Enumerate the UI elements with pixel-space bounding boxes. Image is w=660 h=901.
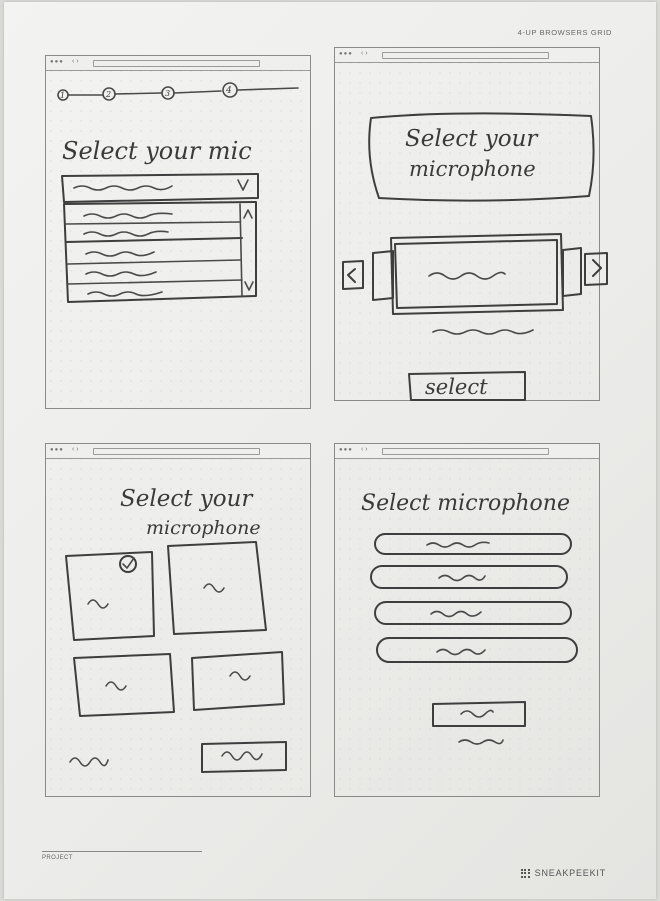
list-item-1[interactable] [83, 212, 173, 219]
step-2-label: 2 [105, 90, 111, 99]
step-4-label: 4 [225, 86, 232, 96]
browser-frame-4: ●●● ‹ › Select microphone [334, 443, 600, 797]
paper-sheet: 4-UP BROWSERS GRID ●●● ‹ › 1 2 3 4 Selec… [4, 2, 656, 899]
step-indicator: 1 2 3 4 [57, 82, 299, 101]
carousel [342, 233, 608, 335]
frame-3-sketch: Select your microphone [65, 486, 287, 773]
carousel-prev-card[interactable] [372, 250, 394, 301]
frame-3-title-line-1: Select your [120, 486, 254, 512]
frame-1-title: Select your mic [62, 137, 252, 165]
frame-3-title-line-2: microphone [146, 517, 261, 539]
browser-frame-1: ●●● ‹ › 1 2 3 4 Select your mic [45, 55, 311, 409]
list-item-3[interactable] [85, 251, 155, 257]
chevron-right-icon[interactable] [584, 252, 608, 286]
step-1-label: 1 [60, 91, 65, 100]
grid-dots-icon [520, 868, 530, 878]
confirm-button[interactable] [432, 701, 526, 727]
mic-tile-4[interactable] [191, 651, 285, 711]
frame-1-sketch: 1 2 3 4 Select your mic [57, 82, 299, 303]
carousel-active-card[interactable] [390, 233, 564, 315]
list-item-4[interactable] [85, 271, 157, 277]
mic-list[interactable] [63, 201, 257, 303]
scroll-down-icon[interactable] [244, 281, 254, 291]
continue-button[interactable] [201, 741, 287, 773]
project-label: PROJECT [42, 851, 202, 861]
sheet-header-label: 4-UP BROWSERS GRID [517, 28, 612, 37]
frame-2-title-line-2: microphone [409, 157, 536, 181]
step-3-label: 3 [165, 89, 170, 98]
mic-tile-2[interactable] [167, 541, 267, 635]
brand-logo: SNEAKPEEKIT [520, 868, 606, 878]
brand-name: SNEAKPEEKIT [534, 868, 606, 878]
mic-option-4[interactable] [376, 637, 578, 663]
footer-note [69, 757, 109, 767]
carousel-next-card[interactable] [562, 247, 582, 297]
frame-2-sketch: Select your microphone select [342, 112, 608, 401]
frame-4-title: Select microphone [361, 491, 570, 516]
browser-frame-2: ●●● ‹ › Select your microphone select [334, 47, 608, 401]
scroll-up-icon[interactable] [243, 209, 253, 219]
frame-2-title-line-1: Select your [405, 126, 539, 152]
list-item-5[interactable] [87, 291, 163, 297]
browser-frame-3: ●●● ‹ › Select your microphone [45, 443, 311, 797]
chevron-left-icon[interactable] [342, 260, 364, 290]
select-button-label: select [425, 375, 488, 399]
carousel-caption [432, 329, 534, 335]
frame-4-sketch: Select microphone [361, 491, 578, 745]
secondary-link[interactable] [458, 739, 504, 745]
mic-tile-3[interactable] [73, 653, 175, 717]
mic-option-1[interactable] [374, 533, 572, 555]
list-item-2[interactable] [83, 230, 169, 237]
chevron-down-icon[interactable] [237, 179, 249, 191]
mic-dropdown[interactable] [61, 173, 259, 203]
mic-option-3[interactable] [374, 601, 572, 625]
mic-option-2[interactable] [370, 565, 568, 589]
mic-tile-1[interactable] [65, 551, 155, 641]
